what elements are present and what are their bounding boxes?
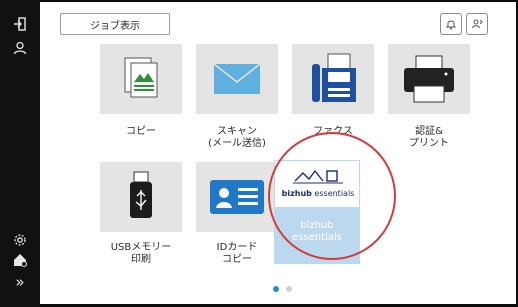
copy-icon xyxy=(124,57,158,98)
expand-icon[interactable]: » xyxy=(10,272,30,292)
home-screen: ジョブ表示 コピー スキャン (メール送信) ファクス 認証& プリント USB… xyxy=(40,2,516,304)
home-user-icon[interactable] xyxy=(10,250,30,270)
app-tile-copy[interactable] xyxy=(100,44,182,114)
page-indicator-active[interactable] xyxy=(273,286,279,292)
logout-icon[interactable] xyxy=(10,14,30,34)
usb-icon xyxy=(130,171,152,218)
envelope-icon xyxy=(213,63,261,94)
person-icon[interactable] xyxy=(10,38,30,58)
app-tile-id-copy[interactable] xyxy=(196,162,278,232)
app-label-scan: スキャン (メール送信) xyxy=(208,126,266,149)
printer-icon xyxy=(404,55,454,103)
app-tile-fax[interactable] xyxy=(292,44,374,114)
page-indicator-inactive[interactable] xyxy=(286,286,292,292)
id-card-icon xyxy=(210,180,264,214)
app-tile-usb-print[interactable] xyxy=(100,162,182,232)
app-label-copy: コピー xyxy=(126,126,156,137)
app-tile-auth-print[interactable] xyxy=(388,44,470,114)
bell-icon[interactable] xyxy=(440,13,462,35)
fax-icon xyxy=(312,53,356,102)
user-switch-icon[interactable] xyxy=(466,13,488,35)
settings-icon[interactable] xyxy=(10,230,30,250)
app-label-auth-print: 認証& プリント xyxy=(409,126,449,149)
sidebar: » xyxy=(0,0,40,307)
app-label-id-copy: IDカード コピー xyxy=(216,242,258,265)
job-display-button[interactable]: ジョブ表示 xyxy=(60,13,170,35)
app-tile-scan[interactable] xyxy=(196,44,278,114)
app-label-usb-print: USBメモリー 印刷 xyxy=(110,242,172,265)
highlight-ring xyxy=(268,132,396,260)
